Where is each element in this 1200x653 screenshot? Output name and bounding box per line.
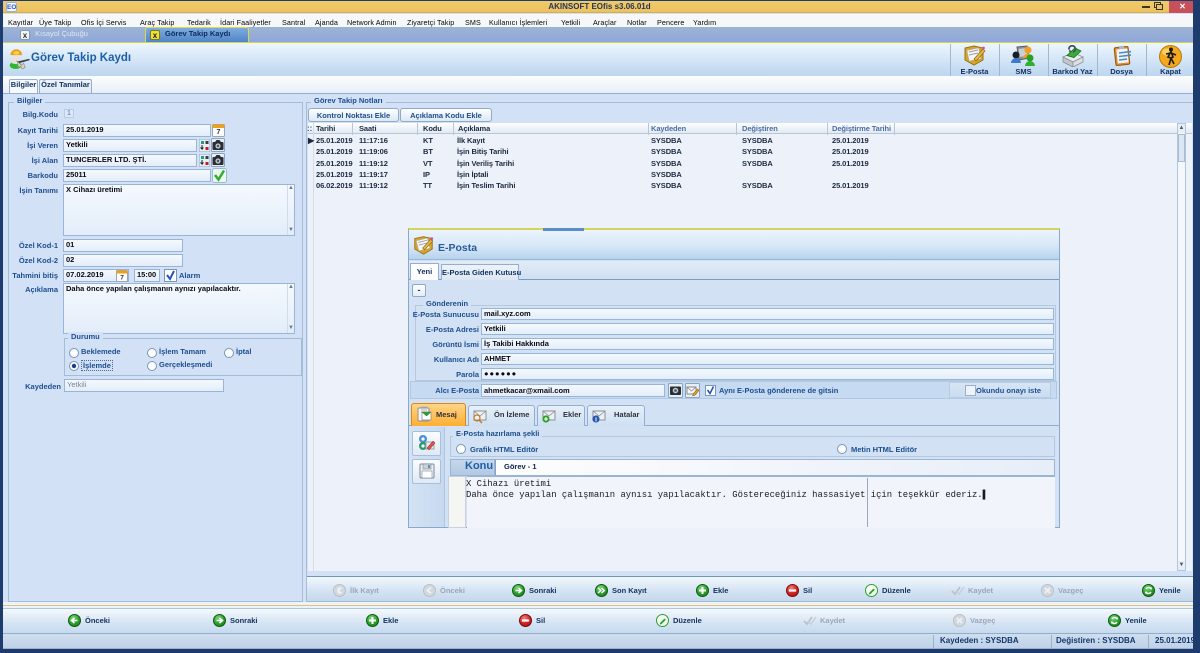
svg-text:7: 7: [120, 275, 124, 282]
svg-text:i: i: [595, 417, 597, 424]
svg-text:7: 7: [217, 129, 221, 136]
